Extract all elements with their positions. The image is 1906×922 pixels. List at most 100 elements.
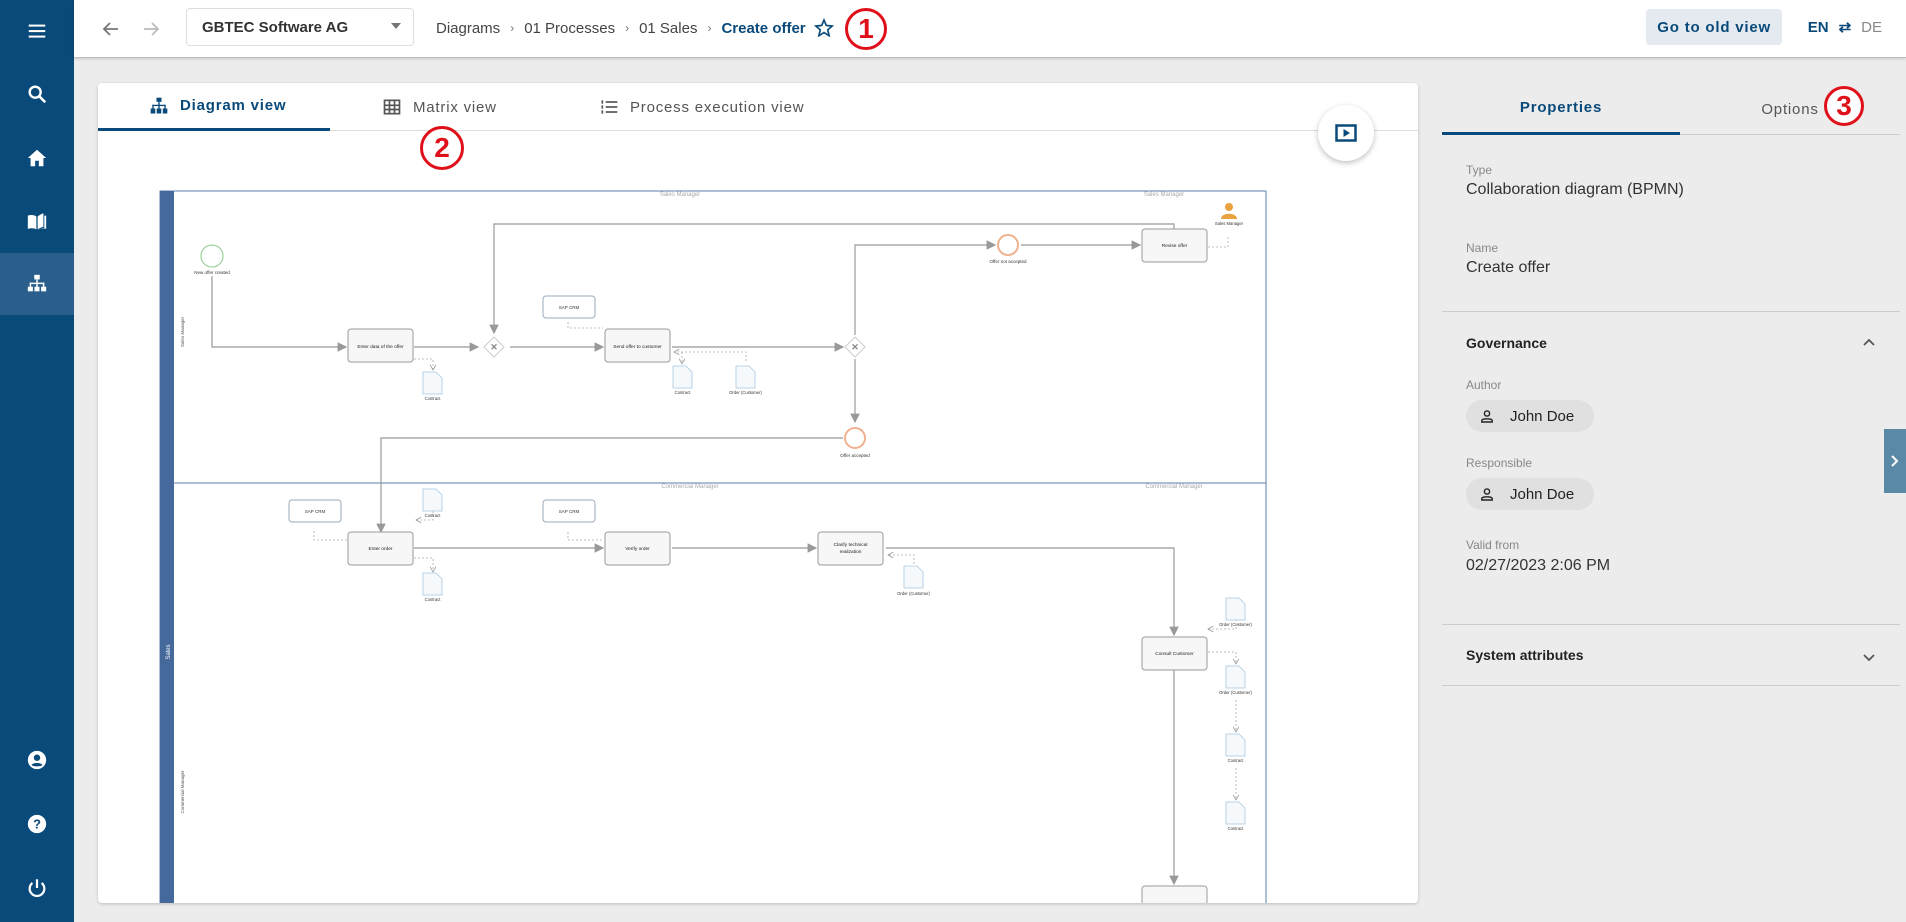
responsible-chip[interactable]: John Doe	[1466, 478, 1595, 510]
system-attributes-section-header[interactable]: System attributes	[1466, 647, 1583, 663]
tab-label: Diagram view	[180, 97, 287, 114]
type-value: Collaboration diagram (BPMN)	[1466, 181, 1684, 198]
sidebar-item-help[interactable]: ?	[0, 793, 74, 855]
sidebar-item-profile[interactable]	[0, 729, 74, 791]
svg-text:Order (Customer): Order (Customer)	[1219, 690, 1252, 695]
breadcrumb-current: Create offer	[721, 19, 806, 37]
event-label: New offer created	[194, 270, 230, 275]
language-en[interactable]: EN	[1808, 19, 1829, 36]
go-to-old-view-button[interactable]: Go to old view	[1646, 9, 1782, 45]
svg-text:Order (Customer): Order (Customer)	[897, 591, 930, 596]
responsible-label: Responsible	[1466, 456, 1533, 470]
task-label: Enter data of the offer	[357, 344, 404, 350]
task-send-offer[interactable]: Send offer to customer	[604, 328, 671, 363]
document-contract[interactable]: Contract	[1225, 733, 1246, 763]
organization-select[interactable]: GBTEC Software AG	[186, 8, 414, 46]
numbered-list-icon	[601, 100, 618, 114]
breadcrumb: Diagrams › 01 Processes › 01 Sales › Cre…	[436, 18, 834, 38]
breadcrumb-sales[interactable]: 01 Sales	[639, 20, 697, 37]
logout-button[interactable]	[0, 857, 74, 919]
svg-text:Sales Manager: Sales Manager	[1215, 221, 1244, 226]
tab-properties[interactable]: Properties	[1442, 83, 1680, 135]
lane-label-commercial-manager: Commercial Manager	[180, 770, 185, 814]
forward-button[interactable]	[136, 14, 166, 44]
chevron-up-icon[interactable]	[1862, 337, 1876, 347]
chevron-down-icon[interactable]	[1862, 653, 1876, 663]
event-label: Offer accepted	[840, 453, 870, 458]
breadcrumb-separator-icon: ›	[707, 21, 712, 35]
divider	[1442, 624, 1900, 625]
search-icon	[28, 85, 47, 104]
pool	[159, 190, 1267, 903]
end-event-accepted[interactable]	[844, 427, 866, 449]
document-contract[interactable]: Contract	[422, 371, 443, 401]
svg-text:✕: ✕	[851, 342, 859, 352]
back-button[interactable]	[96, 14, 126, 44]
document-contract[interactable]: Contract	[422, 572, 443, 602]
task-enter-offer[interactable]: Enter data of the offer	[347, 328, 414, 363]
tab-matrix-view[interactable]: Matrix view	[381, 83, 497, 131]
sidebar-item-catalog[interactable]	[0, 191, 74, 253]
governance-section-header[interactable]: Governance	[1466, 335, 1547, 351]
lane-header-label: Sales Manager	[1144, 192, 1184, 198]
document-contract[interactable]: Contract	[672, 365, 693, 395]
task-partial[interactable]	[1141, 885, 1208, 903]
document-contract[interactable]: Contract	[1225, 801, 1246, 831]
tab-process-execution-view[interactable]: Process execution view	[598, 83, 804, 131]
lane-header-label: Sales Manager	[660, 192, 700, 198]
author-chip[interactable]: John Doe	[1466, 400, 1595, 432]
system-sap-crm[interactable]: SAP CRM	[542, 499, 596, 523]
name-label: Name	[1466, 241, 1499, 255]
menu-button[interactable]	[0, 0, 74, 62]
lane-header-label: Commercial Manager	[661, 484, 718, 490]
home-icon	[27, 149, 47, 167]
author-name: John Doe	[1510, 407, 1575, 425]
favorite-star-icon[interactable]	[813, 18, 834, 38]
help-icon: ?	[27, 814, 47, 834]
hamburger-icon	[28, 24, 46, 38]
sidebar-item-diagrams[interactable]	[0, 253, 74, 315]
tab-options[interactable]: Options	[1680, 83, 1900, 135]
divider	[1442, 685, 1900, 686]
diagram-canvas[interactable]: Sales Sales Manager Commercial Manager S…	[98, 132, 1418, 903]
event-label: Offer not accepted	[990, 259, 1027, 264]
properties-panel: Properties Options 3 Type Collaboration …	[1442, 83, 1900, 922]
system-label: SAP CRM	[559, 509, 580, 514]
task-clarify-realization[interactable]: Clarify technical realization	[817, 531, 884, 566]
task-label: Enter order	[369, 546, 393, 552]
start-event[interactable]	[200, 244, 224, 268]
person-icon	[1481, 410, 1493, 423]
task-consult-customer[interactable]: Consult Customer	[1141, 636, 1208, 671]
tab-diagram-view[interactable]: Diagram view	[98, 83, 330, 131]
svg-text:Contract: Contract	[675, 390, 692, 395]
top-bar: GBTEC Software AG Diagrams › 01 Processe…	[74, 0, 1906, 58]
task-revise-offer[interactable]: Revise offer	[1141, 228, 1208, 263]
svg-text:✕: ✕	[490, 342, 498, 352]
breadcrumb-processes[interactable]: 01 Processes	[524, 20, 615, 37]
sidebar-item-search[interactable]	[0, 63, 74, 125]
sitemap-icon	[27, 274, 47, 292]
responsible-name: John Doe	[1510, 485, 1575, 503]
annotation-marker-1: 1	[845, 8, 887, 50]
task-label: realization	[840, 549, 862, 555]
sitemap-icon	[150, 97, 168, 113]
swap-arrows-icon[interactable]: ⇄	[1839, 18, 1852, 36]
language-de[interactable]: DE	[1861, 19, 1882, 36]
lane-header-label: Commercial Manager	[1145, 484, 1202, 490]
task-enter-order[interactable]: Enter order	[347, 531, 414, 566]
system-label: SAP CRM	[305, 509, 326, 514]
valid-from-label: Valid from	[1466, 538, 1520, 552]
sidebar-item-home[interactable]	[0, 127, 74, 189]
grid-icon	[383, 99, 401, 115]
end-event-not-accepted[interactable]	[997, 234, 1019, 256]
diagram-card: Diagram view Matrix view Process executi…	[98, 83, 1418, 903]
breadcrumb-diagrams[interactable]: Diagrams	[436, 20, 500, 37]
document-contract[interactable]: Contract	[422, 488, 443, 518]
system-sap-crm[interactable]: SAP CRM	[542, 295, 596, 319]
task-label: Consult Customer	[1155, 651, 1194, 657]
tab-label: Process execution view	[630, 98, 805, 116]
system-sap-crm[interactable]: SAP CRM	[288, 499, 342, 523]
arrow-left-icon	[102, 22, 118, 36]
task-verify-order[interactable]: Verify order	[604, 531, 671, 566]
panel-toggle-button[interactable]	[1884, 429, 1906, 493]
